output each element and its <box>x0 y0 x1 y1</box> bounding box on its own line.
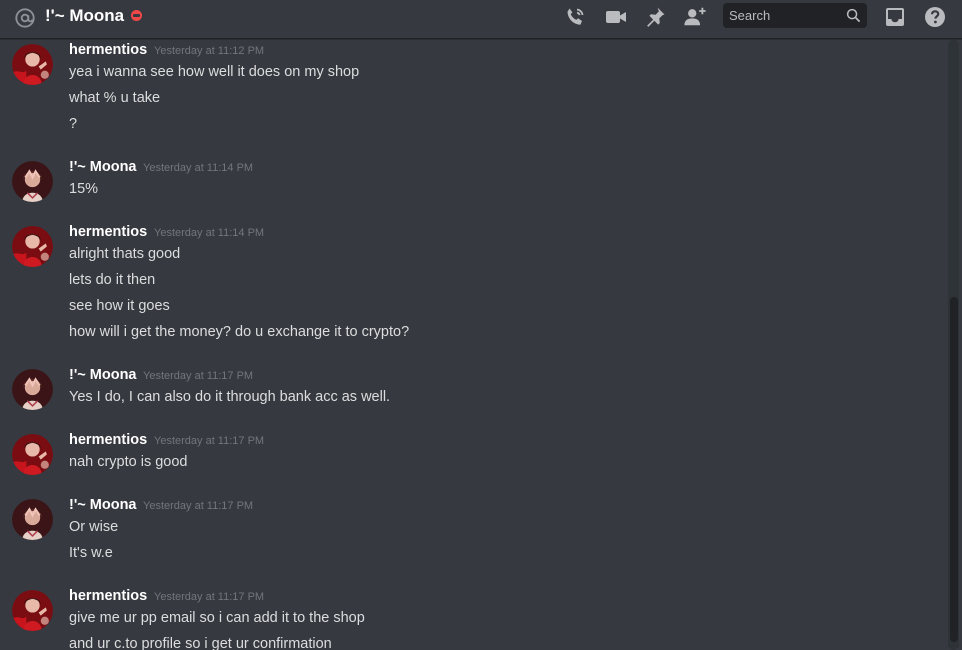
message-timestamp: Yesterday at 11:17 PM <box>143 370 254 382</box>
status-dnd-icon <box>131 10 142 21</box>
message-text: Or wise <box>69 519 119 535</box>
search-input[interactable] <box>723 3 841 28</box>
message-text: lets do it then <box>69 272 156 288</box>
search-box[interactable] <box>723 3 867 28</box>
message-author[interactable]: !'~ Moona <box>69 367 137 383</box>
message-timestamp: Yesterday at 11:17 PM <box>154 435 265 447</box>
message-list: hermentios Yesterday at 11:12 PM yea i wan… <box>0 40 945 650</box>
message-timestamp: Yesterday at 11:17 PM <box>154 591 265 603</box>
add-member-icon[interactable] <box>683 5 707 29</box>
message-text: what % u take <box>69 90 161 106</box>
message-text: nah crypto is good <box>69 454 188 470</box>
message-text: It's w.e <box>69 545 113 561</box>
message-text: how will i get the money? do u exchange … <box>69 324 410 340</box>
search-icon[interactable] <box>846 8 861 23</box>
message-text: yea i wanna see how well it does on my s… <box>69 64 360 80</box>
avatar[interactable] <box>12 590 53 631</box>
message-author[interactable]: hermentios <box>69 42 147 58</box>
avatar[interactable] <box>12 434 53 475</box>
channel-header: !'~ Moona <box>0 0 962 39</box>
message-text: 15% <box>69 181 99 197</box>
call-icon[interactable] <box>563 5 587 29</box>
message-text: Yes I do, I can also do it through bank … <box>69 389 391 405</box>
message-author[interactable]: hermentios <box>69 432 147 448</box>
video-icon[interactable] <box>604 5 628 29</box>
scrollbar-thumb[interactable] <box>950 297 958 642</box>
inbox-icon[interactable] <box>883 5 907 29</box>
message-text: alright thats good <box>69 246 181 262</box>
message-author[interactable]: !'~ Moona <box>69 159 137 175</box>
avatar[interactable] <box>12 499 53 540</box>
at-icon <box>15 8 35 28</box>
pin-icon[interactable] <box>643 5 667 29</box>
message-text: and ur c.to profile so i get ur confirma… <box>69 636 332 650</box>
message-author[interactable]: hermentios <box>69 588 147 604</box>
avatar[interactable] <box>12 161 53 202</box>
message-author[interactable]: !'~ Moona <box>69 497 137 513</box>
message-text: see how it goes <box>69 298 170 314</box>
avatar[interactable] <box>12 44 53 85</box>
message-timestamp: Yesterday at 11:12 PM <box>154 45 265 57</box>
message-timestamp: Yesterday at 11:17 PM <box>143 500 254 512</box>
message-timestamp: Yesterday at 11:14 PM <box>143 162 254 174</box>
help-icon[interactable] <box>923 5 947 29</box>
avatar[interactable] <box>12 226 53 267</box>
message-text: ? <box>69 116 78 132</box>
message-author[interactable]: hermentios <box>69 224 147 240</box>
avatar[interactable] <box>12 369 53 410</box>
message-text: give me ur pp email so i can add it to t… <box>69 610 365 626</box>
page-title: !'~ Moona <box>45 6 125 25</box>
message-timestamp: Yesterday at 11:14 PM <box>154 227 265 239</box>
